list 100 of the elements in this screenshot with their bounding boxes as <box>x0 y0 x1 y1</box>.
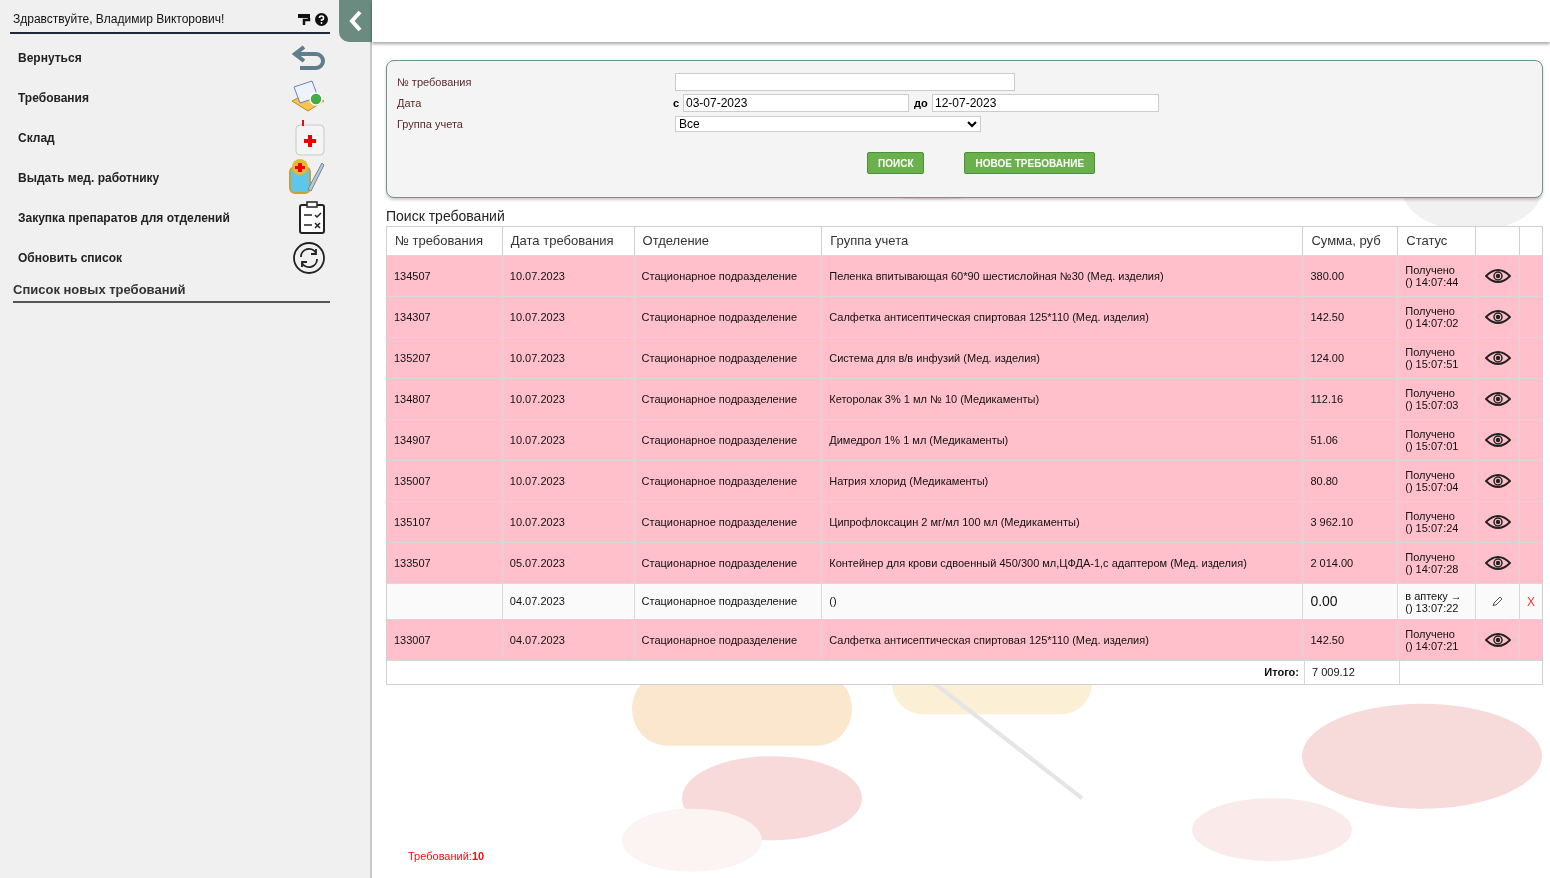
table-cell-text: 10.07.2023 <box>509 473 565 489</box>
table-row[interactable]: 133507 05.07.2023 Стационарное подразделение Контейнер для крови сдвоенный 450/300 мл,ЦФДА-1,с адаптером (Мед. изделия) 2 014.00 Получено () 14:07:28 <box>387 542 1542 583</box>
table-cell-text: 135107 <box>394 514 431 530</box>
chevron-down-icon <box>967 120 977 128</box>
table-cell-text: 10.07.2023 <box>509 514 565 530</box>
table-cell-text: 133007 <box>394 632 431 648</box>
total-value: 7 009.12 <box>1305 661 1400 684</box>
table-cell-text: Пеленка впитывающая 60*90 шестислойная №30 (Мед. изделия) <box>829 268 1164 284</box>
paint-roller-icon[interactable] <box>297 12 311 26</box>
table-cell-text: 112.16 <box>1310 391 1344 407</box>
table-cell-text: 0.00 <box>1310 592 1338 611</box>
table-cell-text: 135007 <box>394 473 431 489</box>
sidebar-link[interactable]: Склад <box>18 129 55 147</box>
status-time: () 15:07:03 <box>1405 399 1459 411</box>
help-icon[interactable] <box>315 12 328 26</box>
date-from-input[interactable]: 03-07-2023 <box>683 94 909 112</box>
table-cell-text: 135207 <box>394 350 431 366</box>
view-eye-icon[interactable] <box>1484 309 1511 325</box>
table-cell-text: 380.00 <box>1310 268 1345 284</box>
table-cell-text: 10.07.2023 <box>509 350 565 366</box>
table-cell-text: Стационарное подразделение <box>641 473 798 489</box>
status-text: в аптеку → <box>1405 589 1462 602</box>
status-text: Получено <box>1405 346 1455 358</box>
request-count: Требований:10 <box>408 848 486 864</box>
table-cell-text: 10.07.2023 <box>509 268 565 284</box>
delete-link[interactable]: X <box>1527 592 1535 611</box>
table-cell-text: Стационарное подразделение <box>641 391 798 407</box>
status-time: () 15:07:04 <box>1405 481 1459 493</box>
table-cell-text: Стационарное подразделение <box>641 309 798 325</box>
table-cell-text: Кеторолак 3% 1 мл № 10 (Медикаменты) <box>829 391 1040 407</box>
table-row[interactable]: 135107 10.07.2023 Стационарное подразделение Ципрофлоксацин 2 мг/мл 100 мл (Медикаменты) 3 962.10 Получено () 15:07:24 <box>387 501 1542 542</box>
table-cell-text: 04.07.2023 <box>509 632 565 648</box>
field-label: № требования <box>397 74 473 90</box>
greeting-text: Здравствуйте, Владимир Викторович! <box>13 11 225 28</box>
table-cell-text: Натрия хлорид (Медикаменты) <box>829 473 989 489</box>
sidebar-link[interactable]: Требования <box>18 89 89 107</box>
table-cell-text: 05.07.2023 <box>509 555 565 571</box>
status-time: () 14:07:02 <box>1405 317 1459 329</box>
table-cell-text: 142.50 <box>1310 309 1345 325</box>
status-time: () 15:07:51 <box>1405 358 1459 370</box>
status-time: () 15:07:24 <box>1405 522 1459 534</box>
table-cell-text: Салфетка антисептическая спиртовая 125*110 (Мед. изделия) <box>829 632 1149 648</box>
table-cell-text: 134307 <box>394 309 431 325</box>
table-row[interactable]: 133007 04.07.2023 Стационарное подразделение Салфетка антисептическая спиртовая 125*110 (Мед. изделия) 142.50 Получено () 14:07:21 <box>387 619 1542 660</box>
table-cell-text: 10.07.2023 <box>509 391 565 407</box>
status-time: () 14:07:28 <box>1405 563 1459 575</box>
table-cell-text: 80.80 <box>1310 473 1338 489</box>
table-cell-text: Стационарное подразделение <box>641 594 798 610</box>
field-label: Группа учета <box>397 116 464 132</box>
status-time: () 14:07:44 <box>1405 276 1459 288</box>
status-text: Получено <box>1405 387 1455 399</box>
table-cell-text: Система для в/в инфузий (Мед. изделия) <box>829 350 1040 366</box>
table-row[interactable]: 134907 10.07.2023 Стационарное подразделение Димедрол 1% 1 мл (Медикаменты) 51.06 Получено () 15:07:01 <box>387 419 1542 460</box>
status-time: () 13:07:22 <box>1405 601 1459 614</box>
table-title: Поиск требований <box>386 207 506 226</box>
status-text: Получено <box>1405 305 1455 317</box>
to-label: до <box>914 95 929 111</box>
status-text: Получено <box>1405 510 1455 522</box>
table-row[interactable]: 134807 10.07.2023 Стационарное подразделение Кеторолак 3% 1 мл № 10 (Медикаменты) 112.16 Получено () 15:07:03 <box>387 378 1542 419</box>
from-label: с <box>673 95 681 111</box>
table-cell-text: Стационарное подразделение <box>641 514 798 530</box>
table-cell-text: () <box>829 594 837 610</box>
sidebar-link[interactable]: Закупка препаратов для отделений <box>18 209 230 227</box>
table-cell-text: 142.50 <box>1310 632 1345 648</box>
table-row[interactable]: 135207 10.07.2023 Стационарное подразделение Система для в/в инфузий (Мед. изделия) 124.00 Получено () 15:07:51 <box>387 337 1542 378</box>
view-eye-icon[interactable] <box>1484 391 1511 407</box>
checklist-clipboard-icon <box>298 201 326 235</box>
view-eye-icon[interactable] <box>1484 268 1511 284</box>
collapse-button[interactable] <box>339 0 372 42</box>
table-cell-text: 134507 <box>394 268 431 284</box>
sidebar-link[interactable]: Выдать мед. работнику <box>18 169 160 187</box>
view-eye-icon[interactable] <box>1484 432 1511 448</box>
table-cell-text: 134807 <box>394 391 431 407</box>
status-text: Получено <box>1405 551 1455 563</box>
table-cell-text: Димедрол 1% 1 мл (Медикаменты) <box>829 432 1009 448</box>
refresh-icon <box>292 241 326 275</box>
table-row[interactable]: 134507 10.07.2023 Стационарное подразделение Пеленка впитывающая 60*90 шестислойная №30 (Мед. изделия) 380.00 Получено () 14:07:44 <box>387 255 1542 296</box>
group-select[interactable]: Все <box>675 116 981 132</box>
status-time: () 15:07:01 <box>1405 440 1459 452</box>
view-eye-icon[interactable] <box>1484 632 1511 648</box>
number-input[interactable] <box>675 73 1015 91</box>
table-cell-text: 133507 <box>394 555 431 571</box>
date-to-input[interactable]: 12-07-2023 <box>932 94 1159 112</box>
first-aid-box-icon <box>294 119 326 157</box>
section-title: Список новых требований <box>13 280 330 303</box>
sidebar-link[interactable]: Вернуться <box>18 49 82 67</box>
field-label: Дата <box>397 95 423 111</box>
table-cell-text: Ципрофлоксацин 2 мг/мл 100 мл (Медикаменты) <box>829 514 1080 530</box>
sidebar-link[interactable]: Обновить список <box>18 249 122 267</box>
table-row[interactable]: 134307 10.07.2023 Стационарное подразделение Салфетка антисептическая спиртовая 125*110 (Мед. изделия) 142.50 Получено () 14:07:02 <box>387 296 1542 337</box>
table-row[interactable]: 135007 10.07.2023 Стационарное подразделение Натрия хлорид (Медикаменты) 80.80 Получено () 15:07:04 <box>387 460 1542 501</box>
view-eye-icon[interactable] <box>1484 514 1511 530</box>
table-cell-text: 2 014.00 <box>1310 555 1354 571</box>
table-cell-text: Контейнер для крови сдвоенный 450/300 мл,ЦФДА-1,с адаптером (Мед. изделия) <box>829 555 1247 571</box>
table-cell-text: 124.00 <box>1310 350 1345 366</box>
pencil-icon[interactable] <box>1492 596 1504 607</box>
table-cell-text: 3 962.10 <box>1310 514 1354 530</box>
view-eye-icon[interactable] <box>1484 350 1511 366</box>
view-eye-icon[interactable] <box>1484 473 1511 489</box>
view-eye-icon[interactable] <box>1484 555 1511 571</box>
